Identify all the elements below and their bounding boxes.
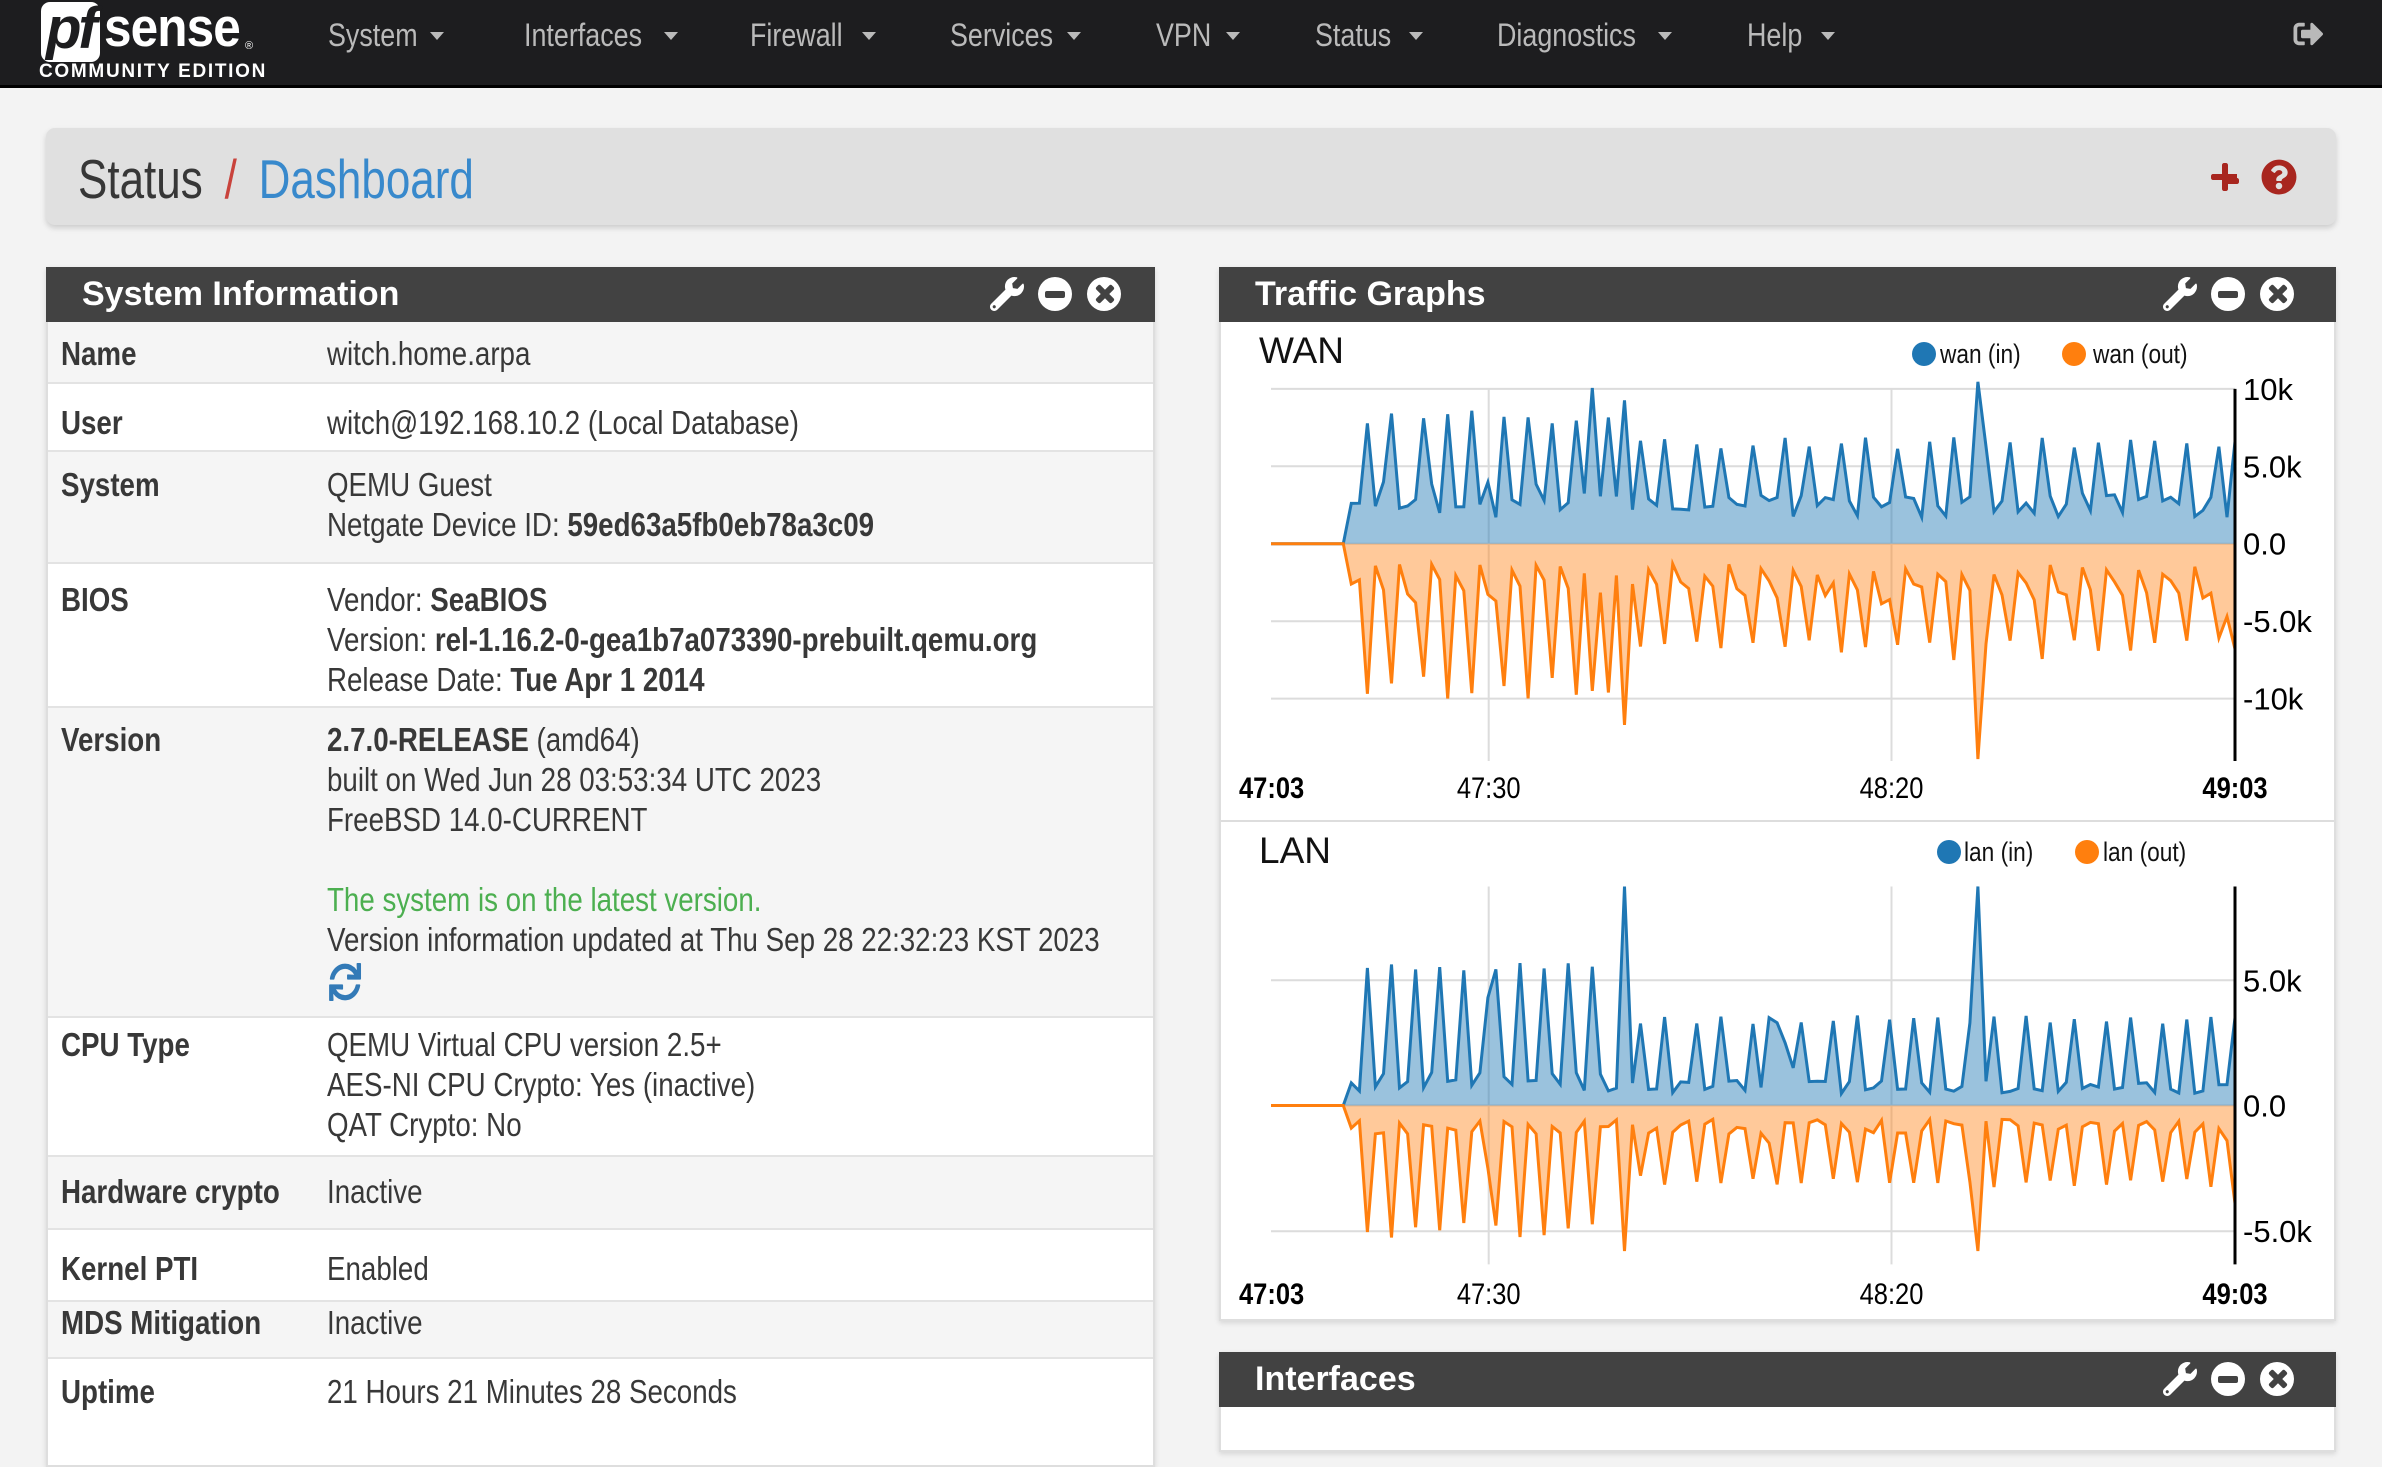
svg-text:10k: 10k — [2243, 372, 2293, 407]
svg-text:48:20: 48:20 — [1860, 771, 1924, 804]
svg-text:5.0k: 5.0k — [2243, 449, 2302, 484]
svg-text:-10k: -10k — [2243, 682, 2304, 717]
svg-text:49:03: 49:03 — [2202, 771, 2267, 804]
svg-text:47:30: 47:30 — [1457, 1277, 1521, 1310]
svg-text:47:03: 47:03 — [1239, 1277, 1304, 1310]
svg-text:49:03: 49:03 — [2202, 1277, 2267, 1310]
svg-text:5.0k: 5.0k — [2243, 963, 2302, 998]
svg-text:47:30: 47:30 — [1457, 771, 1521, 804]
svg-text:-5.0k: -5.0k — [2243, 1214, 2312, 1249]
svg-text:-5.0k: -5.0k — [2243, 604, 2312, 639]
svg-text:0.0: 0.0 — [2243, 527, 2286, 562]
svg-text:48:20: 48:20 — [1860, 1277, 1924, 1310]
svg-text:0.0: 0.0 — [2243, 1089, 2286, 1124]
svg-text:47:03: 47:03 — [1239, 771, 1304, 804]
